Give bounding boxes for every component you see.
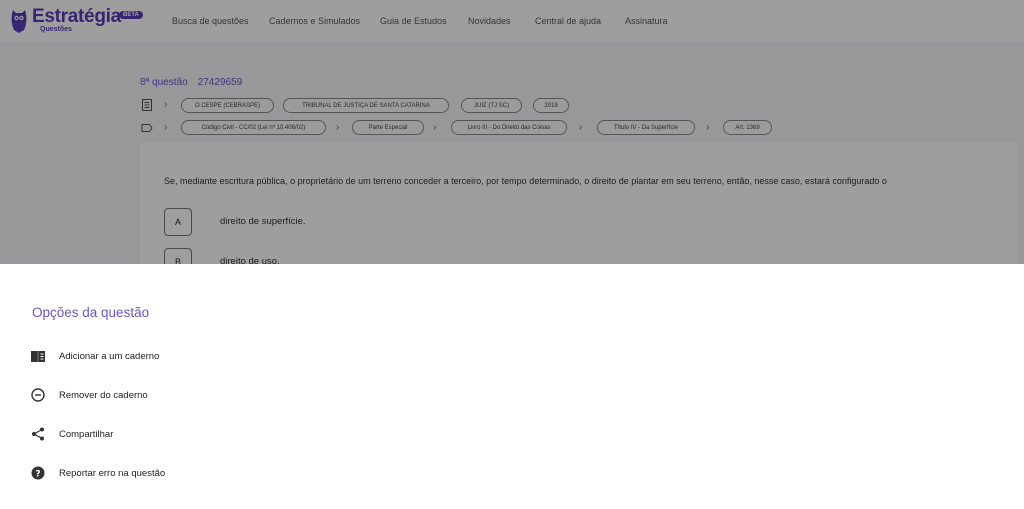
share-icon: [30, 426, 46, 442]
menu-item-share[interactable]: Compartilhar: [30, 424, 330, 444]
help-circle-icon: ?: [30, 465, 46, 481]
menu-item-report-error[interactable]: ? Reportar erro na questão: [30, 463, 330, 483]
menu-item-label: Compartilhar: [59, 428, 114, 440]
menu-item-label: Adicionar a um caderno: [59, 350, 160, 362]
sheet-title: Opções da questão: [32, 305, 150, 320]
menu-item-label: Remover do caderno: [59, 389, 148, 401]
book-icon: [30, 348, 46, 364]
menu-item-label: Reportar erro na questão: [59, 467, 166, 479]
modal-backdrop[interactable]: [0, 0, 1024, 264]
menu-item-add-to-notebook[interactable]: Adicionar a um caderno: [30, 346, 330, 366]
svg-text:?: ?: [35, 469, 40, 479]
minus-circle-icon: [30, 387, 46, 403]
menu-item-remove-from-notebook[interactable]: Remover do caderno: [30, 385, 330, 405]
